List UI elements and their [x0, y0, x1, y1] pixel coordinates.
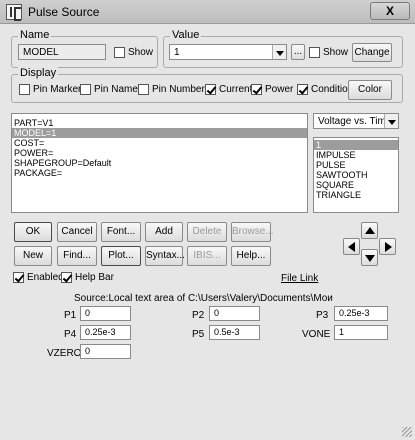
current-checkbox[interactable] — [205, 84, 216, 95]
new-button[interactable]: New — [14, 246, 52, 266]
value-dropdown-arrow-icon[interactable] — [272, 45, 286, 59]
source-text: Source:Local text area of C:\Users\Valer… — [74, 293, 333, 304]
arrow-left-icon — [348, 242, 355, 252]
resize-grip[interactable] — [402, 427, 412, 437]
p4-label: P4 — [64, 329, 77, 340]
change-button[interactable]: Change — [352, 43, 392, 62]
p3-label: P3 — [316, 310, 329, 321]
plot-type-dropdown[interactable]: Voltage vs. Time — [313, 113, 399, 129]
pin-markers-checkbox[interactable] — [19, 84, 30, 95]
color-button[interactable]: Color — [348, 80, 392, 100]
model-list-item[interactable]: SAWTOOTH — [314, 170, 398, 180]
plot-type-arrow-icon[interactable] — [384, 114, 398, 128]
window-title: Pulse Source — [28, 5, 100, 19]
browse-button[interactable]: Browse... — [231, 222, 274, 242]
model-list-item[interactable]: PULSE — [314, 160, 398, 170]
title-bar: Pulse Source X — [0, 0, 415, 24]
p5-label: P5 — [192, 329, 205, 340]
attribute-textarea[interactable]: PART=V1 MODEL=1 COST= POWER= SHAPEGROUP=… — [11, 113, 308, 213]
name-show-checkbox[interactable] — [114, 47, 125, 58]
p4-field[interactable]: 0.25e-3 — [80, 325, 131, 340]
attribute-line[interactable]: MODEL=1 — [12, 128, 307, 138]
close-button[interactable]: X — [370, 2, 410, 20]
pin-numbers-label: Pin Numbers — [152, 84, 210, 95]
model-list-item[interactable]: SQUARE — [314, 180, 398, 190]
cancel-button[interactable]: Cancel — [57, 222, 97, 242]
help-button[interactable]: Help... — [231, 246, 271, 266]
power-label: Power — [265, 84, 294, 95]
app-icon — [6, 4, 22, 21]
model-list[interactable]: 1 IMPULSE PULSE SAWTOOTH SQUARE TRIANGLE — [313, 137, 399, 213]
ibis-button[interactable]: IBIS... — [187, 246, 227, 266]
move-right-button[interactable] — [379, 238, 396, 255]
plot-type-text: Voltage vs. Time — [318, 116, 392, 127]
move-down-button[interactable] — [361, 249, 378, 266]
file-link[interactable]: File Link — [281, 273, 318, 284]
value-show-checkbox[interactable] — [309, 47, 320, 58]
value-group-label: Value — [170, 29, 202, 41]
p1-label: P1 — [64, 310, 77, 321]
display-group-label: Display — [18, 67, 59, 79]
value-ellipsis-button[interactable]: ... — [291, 44, 305, 60]
pin-markers-label: Pin Markers — [33, 84, 87, 95]
attribute-line[interactable]: COST= — [12, 138, 307, 148]
syntax-button[interactable]: Syntax... — [145, 246, 185, 266]
pin-names-label: Pin Names — [94, 84, 143, 95]
enabled-label: Enabled — [27, 272, 64, 283]
delete-button[interactable]: Delete — [187, 222, 227, 242]
name-group-label: Name — [18, 29, 52, 41]
condition-checkbox[interactable] — [297, 84, 308, 95]
font-button[interactable]: Font... — [101, 222, 141, 242]
arrow-right-icon — [385, 242, 392, 252]
help-bar-checkbox[interactable] — [61, 272, 72, 283]
arrow-down-icon — [365, 255, 375, 262]
vzero-label: VZERO — [47, 348, 82, 359]
value-dropdown-text: 1 — [174, 47, 180, 58]
pin-names-checkbox[interactable] — [80, 84, 91, 95]
power-checkbox[interactable] — [251, 84, 262, 95]
value-dropdown[interactable]: 1 — [169, 44, 287, 60]
enabled-checkbox[interactable] — [13, 272, 24, 283]
model-list-item[interactable]: TRIANGLE — [314, 190, 398, 200]
attribute-line[interactable]: PACKAGE= — [12, 168, 307, 178]
model-list-item[interactable]: 1 — [314, 140, 398, 150]
name-show-label: Show — [128, 47, 154, 58]
move-left-button[interactable] — [343, 238, 360, 255]
condition-label: Condition — [311, 84, 354, 95]
current-label: Current — [219, 84, 253, 95]
p3-field[interactable]: 0.25e-3 — [334, 306, 388, 321]
ok-button[interactable]: OK — [14, 222, 52, 242]
name-field[interactable]: MODEL — [18, 44, 106, 60]
vzero-field[interactable]: 0 — [80, 344, 131, 359]
attribute-line[interactable]: SHAPEGROUP=Default — [12, 158, 307, 168]
arrow-up-icon — [365, 227, 375, 234]
plot-button[interactable]: Plot... — [101, 246, 141, 266]
p2-field[interactable]: 0 — [209, 306, 260, 321]
p5-field[interactable]: 0.5e-3 — [209, 325, 260, 340]
help-bar-label: Help Bar — [75, 272, 114, 283]
attribute-line[interactable]: PART=V1 — [12, 118, 307, 128]
value-show-label: Show — [323, 47, 349, 58]
vone-field[interactable]: 1 — [334, 325, 388, 340]
move-up-button[interactable] — [361, 222, 378, 239]
vone-label: VONE — [302, 329, 331, 340]
p1-field[interactable]: 0 — [80, 306, 131, 321]
p2-label: P2 — [192, 310, 205, 321]
find-button[interactable]: Find... — [57, 246, 97, 266]
pin-numbers-checkbox[interactable] — [138, 84, 149, 95]
add-button[interactable]: Add — [145, 222, 183, 242]
model-list-item[interactable]: IMPULSE — [314, 150, 398, 160]
attribute-line[interactable]: POWER= — [12, 148, 307, 158]
